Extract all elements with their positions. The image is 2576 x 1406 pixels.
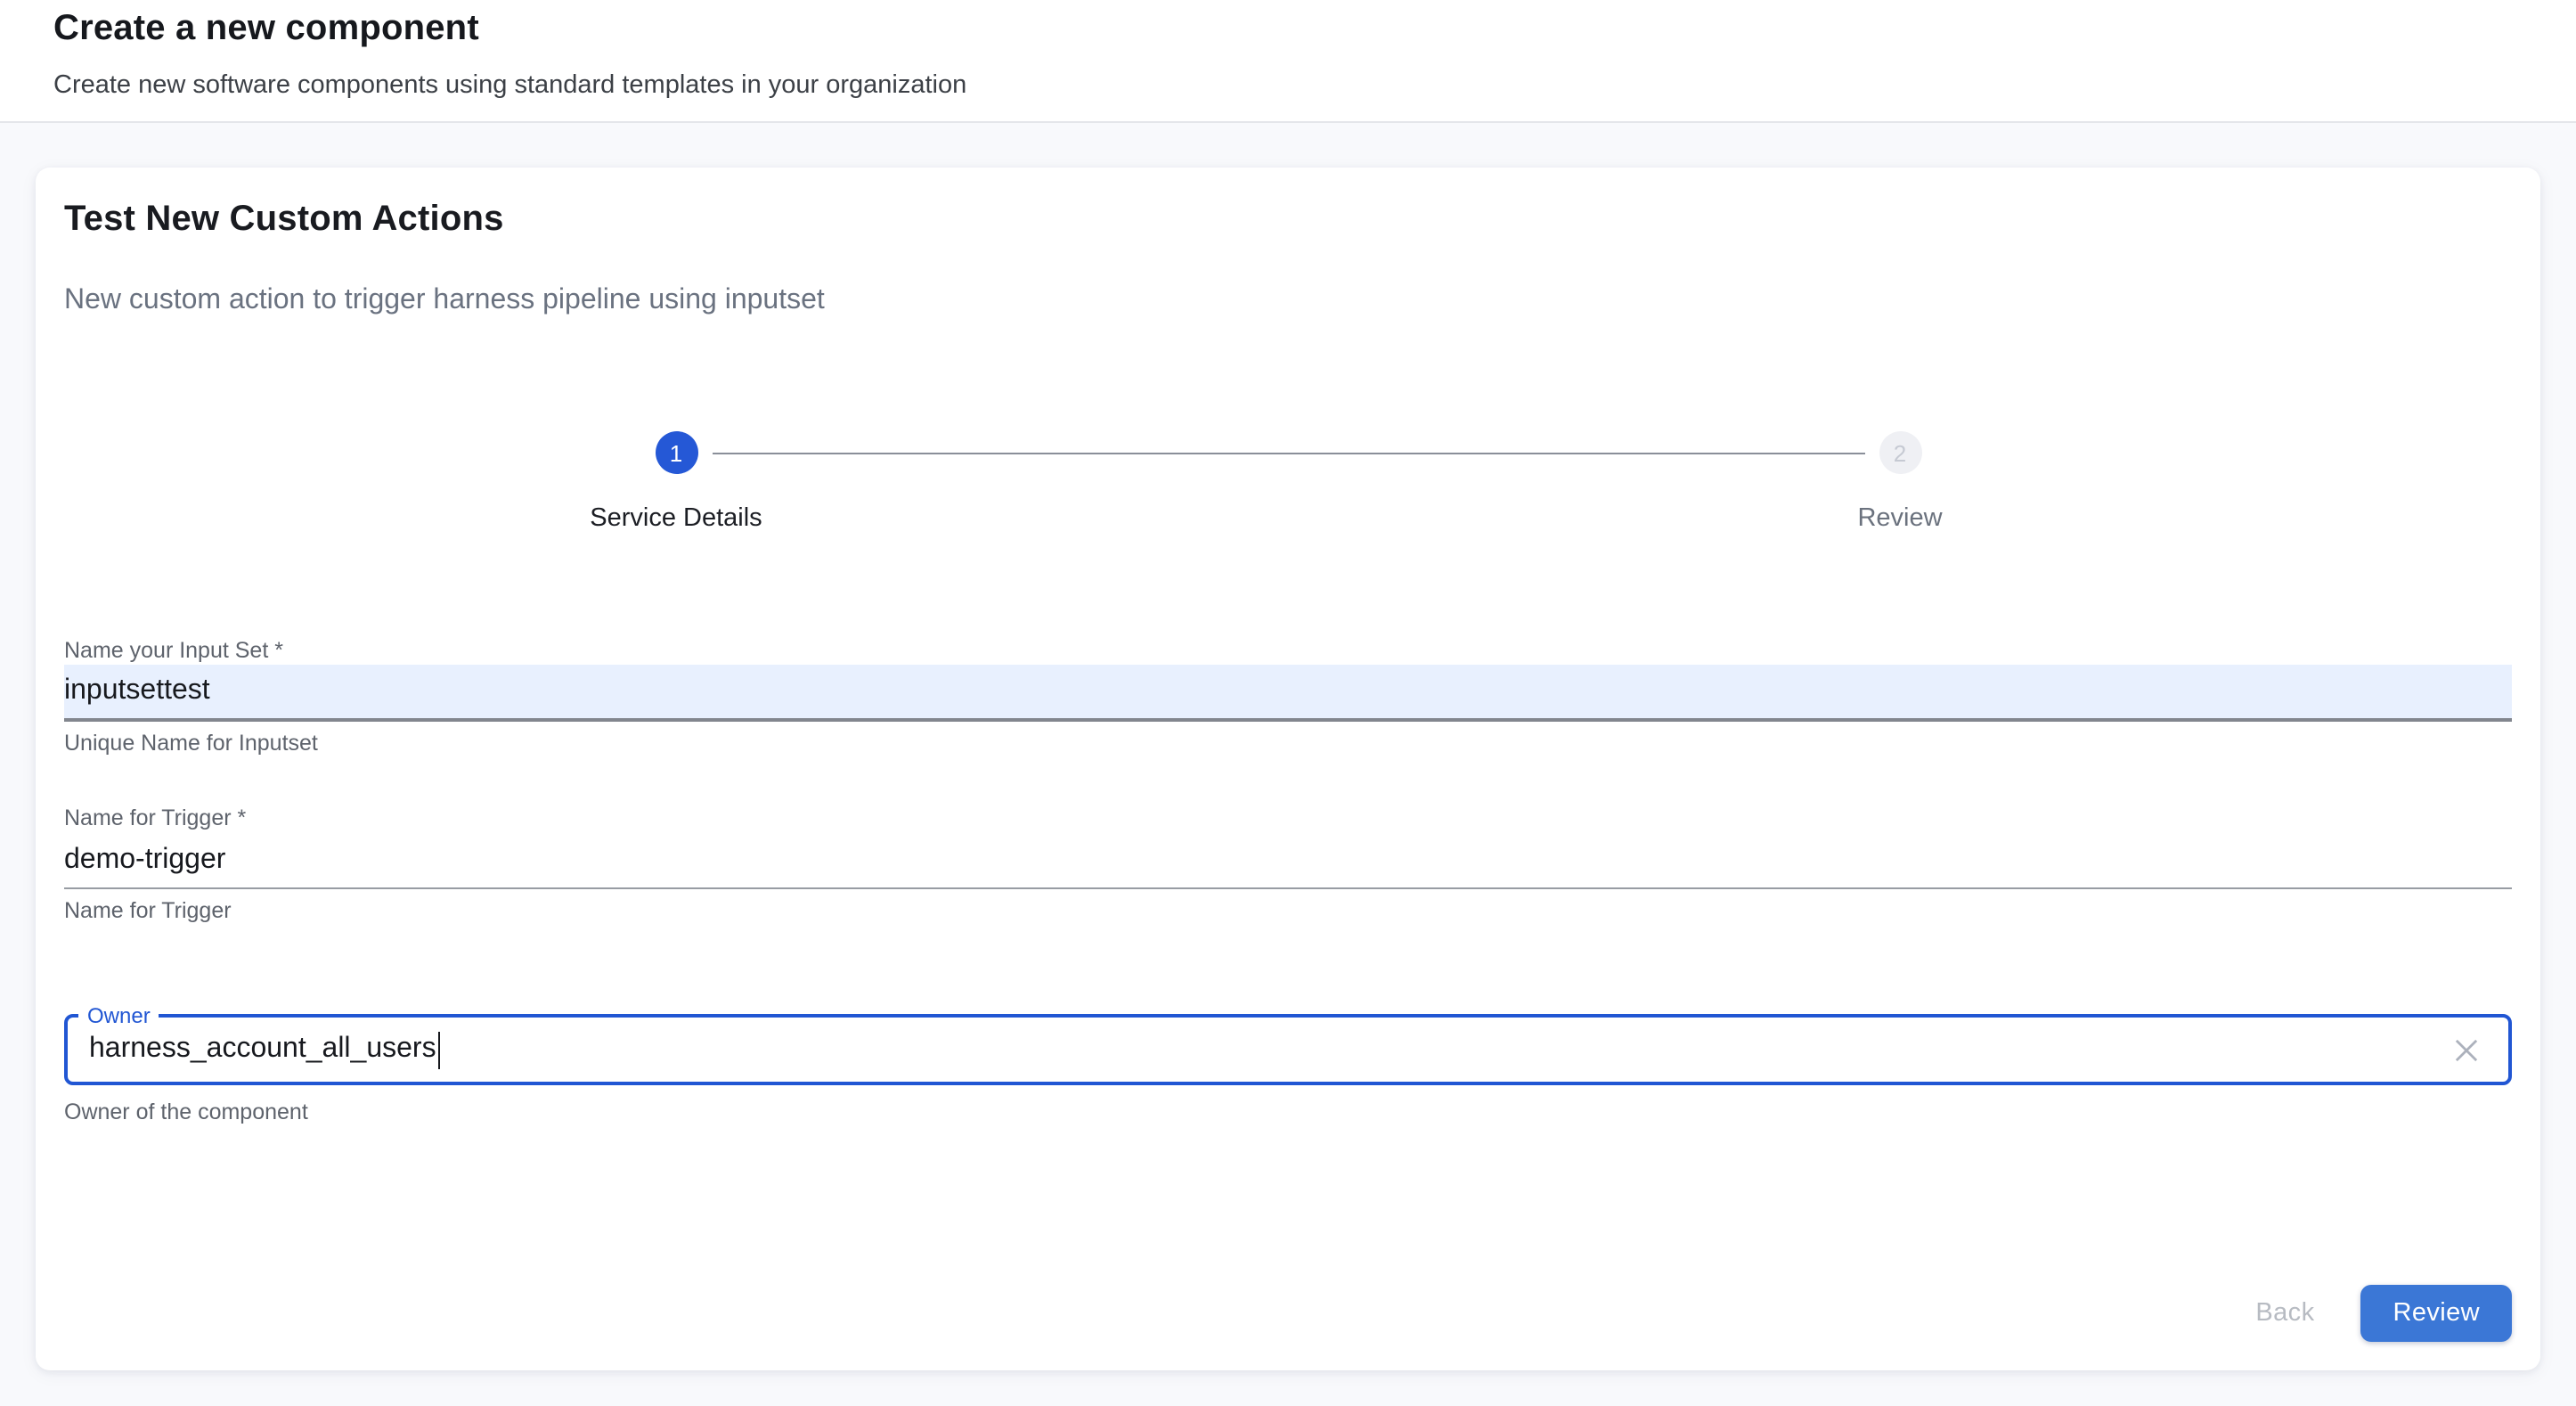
stepper: 1 Service Details 2 Review bbox=[64, 431, 2512, 536]
step-2-icon: 2 bbox=[1879, 431, 1921, 474]
template-card: Test New Custom Actions New custom actio… bbox=[36, 168, 2540, 1370]
trigger-name-label: Name for Trigger * bbox=[64, 805, 2512, 832]
field-owner: Owner harness_account_all_users Owner of… bbox=[64, 1014, 2512, 1126]
service-details-form: Name your Input Set * Unique Name for In… bbox=[64, 638, 2512, 1126]
owner-helper: Owner of the component bbox=[64, 1099, 2512, 1126]
page-body: Test New Custom Actions New custom actio… bbox=[0, 123, 2576, 1406]
page-header: Create a new component Create new softwa… bbox=[0, 0, 2576, 123]
input-set-name-input[interactable] bbox=[64, 665, 2512, 722]
clear-icon-glyph bbox=[2454, 1038, 2477, 1061]
step-service-details: 1 Service Details bbox=[64, 431, 1288, 536]
form-actions: Back Review bbox=[64, 1285, 2512, 1342]
step-review: 2 Review bbox=[1288, 431, 2512, 536]
card-subtitle: New custom action to trigger harness pip… bbox=[64, 282, 2512, 319]
page-title: Create a new component bbox=[53, 0, 2576, 52]
card-title: Test New Custom Actions bbox=[64, 196, 2512, 242]
owner-value: harness_account_all_users bbox=[89, 1034, 436, 1066]
review-button[interactable]: Review bbox=[2361, 1285, 2513, 1342]
field-input-set-name: Name your Input Set * Unique Name for In… bbox=[64, 638, 2512, 757]
create-component-page: Create a new component Create new softwa… bbox=[0, 0, 2576, 1406]
step-2-label: Review bbox=[1857, 503, 1942, 536]
back-button[interactable]: Back bbox=[2227, 1285, 2343, 1342]
screen: Create a new component Create new softwa… bbox=[0, 0, 2576, 1406]
trigger-name-helper: Name for Trigger bbox=[64, 898, 2512, 925]
owner-input[interactable]: Owner harness_account_all_users bbox=[64, 1014, 2512, 1085]
clear-icon[interactable] bbox=[2444, 1028, 2487, 1071]
trigger-name-input[interactable] bbox=[64, 832, 2512, 889]
input-set-name-helper: Unique Name for Inputset bbox=[64, 731, 2512, 757]
input-set-name-label: Name your Input Set * bbox=[64, 638, 2512, 665]
step-1-label: Service Details bbox=[590, 503, 762, 536]
field-trigger-name: Name for Trigger * Name for Trigger bbox=[64, 805, 2512, 925]
page-subtitle: Create new software components using sta… bbox=[53, 68, 2576, 103]
step-1-icon: 1 bbox=[655, 431, 697, 474]
owner-label: Owner bbox=[78, 1003, 159, 1030]
text-caret bbox=[438, 1031, 441, 1068]
step-connector bbox=[712, 452, 1864, 454]
